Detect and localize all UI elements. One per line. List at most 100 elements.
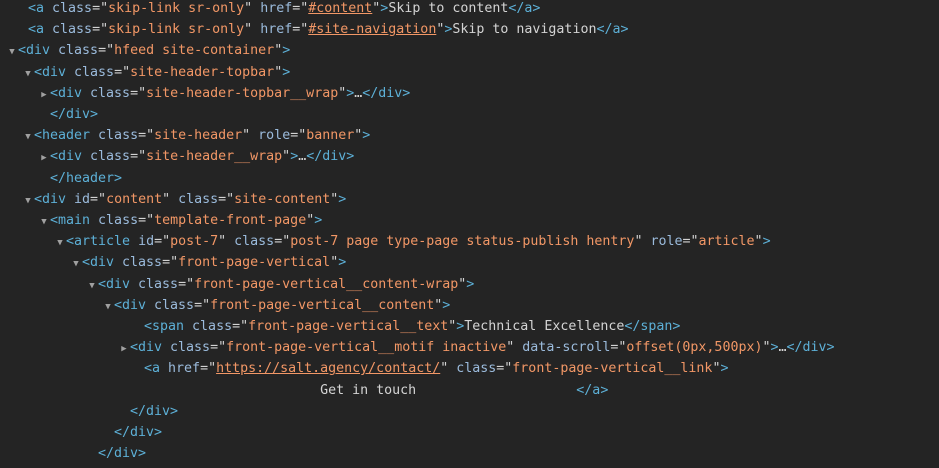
html-tag-token: <div [18, 43, 59, 59]
html-tag-token: </div> [50, 107, 99, 122]
dom-node-line[interactable]: ▼ <div class="front-page-vertical"> [0, 252, 346, 273]
dom-node-line[interactable]: ▶ <div class="site-header-topbar__wrap">…… [0, 83, 410, 104]
attribute-value-token: banner [306, 128, 355, 144]
dom-node-line[interactable]: <a class="skip-link sr-only" href="#site… [0, 19, 629, 40]
attribute-name-token: data-scroll [522, 340, 611, 356]
dom-node-line[interactable]: <span class="front-page-vertical__text">… [0, 316, 680, 337]
html-tag-token: </span> [624, 319, 681, 334]
attribute-link-token[interactable]: #content [308, 1, 372, 16]
attribute-name-token: role [650, 234, 683, 250]
attribute-value-token: offset(0px,500px) [626, 340, 763, 356]
dom-node-line[interactable]: <a href="https://salt.agency/contact/" c… [0, 358, 728, 379]
punctuation-token: " [218, 234, 235, 250]
html-tag-token: > [720, 361, 729, 377]
dom-node-line[interactable]: ▼ <div id="content" class="site-content"> [0, 189, 346, 210]
html-tag-token: </a> [596, 22, 629, 38]
punctuation-token: =" [90, 191, 107, 207]
html-tag-token: > [290, 149, 299, 165]
dom-node-line[interactable]: Get in touch </a> [0, 380, 608, 401]
dom-node-line[interactable]: ▼ <div class="front-page-vertical__conten… [0, 295, 450, 316]
collapse-triangle-icon[interactable]: ▶ [38, 85, 50, 106]
dom-node-line[interactable]: ▼ <main class="template-front-page"> [0, 210, 322, 231]
html-tag-token: > [770, 340, 779, 356]
collapse-triangle-icon[interactable]: ▶ [38, 148, 50, 169]
expand-triangle-icon[interactable]: ▼ [22, 191, 34, 212]
html-tag-token: > [282, 43, 291, 59]
html-tag-token: </div> [114, 425, 163, 440]
html-tag-token: <div [114, 297, 155, 313]
attribute-value-token: site-header-topbar [130, 64, 275, 80]
html-tag-token: <article [66, 234, 139, 250]
punctuation-token: =" [92, 22, 109, 38]
attribute-value-token: template-front-page [154, 213, 307, 228]
punctuation-token: " [282, 149, 291, 165]
dom-node-line[interactable]: ▶ <div class="front-page-vertical__motif … [0, 337, 834, 360]
dom-node-line[interactable]: </header> [0, 168, 122, 189]
punctuation-token: " [244, 1, 261, 16]
attribute-value-token: skip-link sr-only [108, 22, 245, 38]
punctuation-token: =" [232, 319, 249, 334]
html-tag-token: </a> [508, 1, 541, 16]
expand-triangle-icon[interactable]: ▼ [70, 254, 82, 275]
expand-triangle-icon[interactable]: ▼ [22, 64, 34, 85]
expand-triangle-icon[interactable]: ▼ [102, 297, 114, 318]
attribute-name-token: class [52, 22, 93, 38]
attribute-name-token: class [192, 319, 233, 334]
dom-node-line[interactable]: </div> [0, 401, 178, 422]
attribute-name-token: id [138, 234, 155, 250]
text-node-token: Skip to navigation [452, 22, 597, 38]
expand-triangle-icon[interactable]: ▼ [54, 233, 66, 254]
dom-node-line[interactable]: </div> [0, 422, 162, 443]
html-tag-token: > [362, 128, 371, 144]
html-tag-token: > [762, 234, 771, 250]
punctuation-token: " [274, 64, 283, 80]
attribute-value-token: front-page-vertical__motif inactive [226, 340, 507, 356]
html-tag-token: <main [50, 213, 99, 228]
dom-node-line[interactable]: </div> [0, 443, 146, 464]
attribute-name-token: role [258, 128, 291, 144]
punctuation-token: =" [292, 22, 309, 38]
attribute-name-token: class [456, 361, 497, 377]
dom-node-line[interactable]: ▼ <div class="hfeed site-container"> [0, 40, 290, 61]
attribute-value-token: front-page-vertical__content-wrap [194, 276, 459, 292]
punctuation-token: " [754, 234, 763, 250]
dom-node-line[interactable]: ▼ <div class="site-header-topbar"> [0, 62, 290, 83]
attribute-link-token[interactable]: https://salt.agency/contact/ [216, 361, 440, 376]
dom-node-line[interactable]: ▼ <header class="site-header" role="banne… [0, 125, 370, 146]
punctuation-token: " [506, 340, 523, 356]
html-tag-token: <a [28, 22, 53, 38]
dom-node-line[interactable]: ▼ <div class="front-page-vertical__conten… [0, 274, 474, 295]
punctuation-token: =" [218, 191, 235, 207]
punctuation-token: =" [496, 361, 513, 377]
punctuation-token: =" [292, 1, 309, 16]
html-tag-token: <a [28, 1, 53, 16]
dom-node-line[interactable]: ▶ <div class="site-header__wrap">…</div> [0, 146, 354, 167]
punctuation-token: =" [130, 85, 147, 101]
punctuation-token: " [330, 255, 339, 271]
punctuation-token: =" [200, 361, 217, 377]
dom-node-line[interactable]: <a class="skip-link sr-only" href="#cont… [0, 0, 540, 19]
html-tag-token: <span [144, 319, 193, 334]
punctuation-token: =" [138, 128, 155, 144]
punctuation-token: =" [682, 234, 699, 250]
collapse-triangle-icon[interactable]: ▶ [118, 339, 130, 360]
expand-triangle-icon[interactable]: ▼ [22, 127, 34, 148]
html-tag-token: </div> [130, 403, 179, 419]
html-tag-token: </header> [50, 170, 123, 186]
attribute-name-token: class [98, 128, 139, 144]
expand-triangle-icon[interactable]: ▼ [86, 276, 98, 297]
attribute-link-token[interactable]: #site-navigation [308, 22, 436, 37]
punctuation-token: =" [194, 297, 211, 313]
text-node-token: Technical Excellence [464, 319, 625, 334]
attribute-name-token: class [58, 43, 99, 59]
dom-node-line[interactable]: ▼ <article id="post-7" class="post-7 page… [0, 231, 771, 254]
dom-node-line[interactable]: </div> [0, 104, 98, 125]
html-tag-token: <div [50, 149, 91, 165]
expand-triangle-icon[interactable]: ▼ [38, 212, 50, 233]
punctuation-token: " [162, 191, 179, 207]
elements-dom-tree[interactable]: <a class="skip-link sr-only" href="#cont… [0, 0, 939, 468]
punctuation-token: " [244, 22, 261, 38]
punctuation-token: =" [154, 234, 171, 250]
expand-triangle-icon[interactable]: ▼ [6, 42, 18, 63]
attribute-value-token: post-7 page type-page status-publish hen… [290, 234, 635, 250]
